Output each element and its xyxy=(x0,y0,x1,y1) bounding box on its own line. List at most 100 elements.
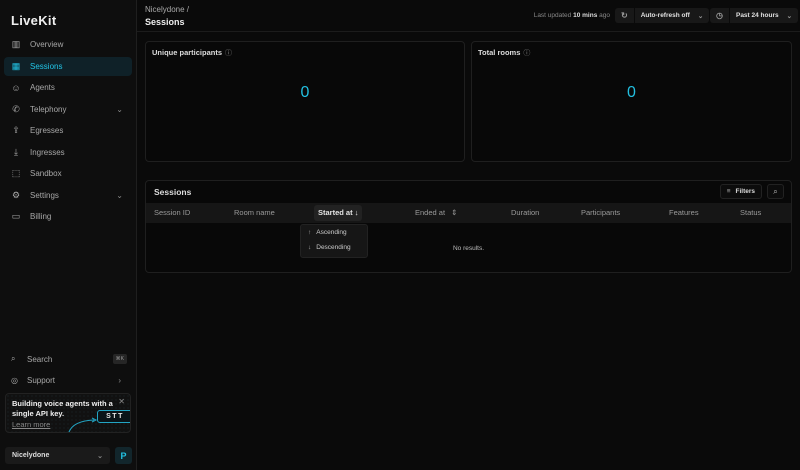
close-icon[interactable]: ✕ xyxy=(118,397,125,406)
column-participants[interactable]: Participants xyxy=(581,203,620,223)
column-label: Ended at xyxy=(415,208,446,217)
sidebar-item-label: Overview xyxy=(30,40,64,50)
updated-value: 10 mins xyxy=(573,12,598,19)
stat-value: 0 xyxy=(300,84,310,101)
support-button[interactable]: ◎ Support › xyxy=(11,376,127,385)
org-name: Nicelydone xyxy=(12,452,50,459)
stat-label: Unique participants xyxy=(152,48,223,57)
sidebar-item-label: Billing xyxy=(30,212,52,222)
column-duration[interactable]: Duration xyxy=(511,203,539,223)
chevron-down-icon: ⌄ xyxy=(116,190,123,200)
support-label: Support xyxy=(27,376,56,385)
download-icon: ⤓ xyxy=(14,146,18,157)
column-status[interactable]: Status xyxy=(740,203,761,223)
stat-value: 0 xyxy=(627,84,636,101)
refresh-icon: ↻ xyxy=(621,11,628,20)
search-icon: ⌕ xyxy=(773,186,778,196)
sidebar-item-egresses[interactable]: ⇪ Egresses xyxy=(4,121,132,141)
column-started-at[interactable]: Started at ↓ xyxy=(314,205,363,221)
range-label: Past 24 hours xyxy=(735,12,779,19)
last-updated: Last updated 10 mins ago xyxy=(534,12,610,19)
chevron-down-icon: ⌄ xyxy=(97,452,103,460)
stt-badge: STT xyxy=(97,410,130,423)
card-icon: ▭ xyxy=(11,211,21,222)
arrow-graphic-icon xyxy=(68,417,98,432)
page-title: Sessions xyxy=(145,17,185,27)
menu-label: Descending xyxy=(316,244,351,251)
sidebar-item-label: Settings xyxy=(30,190,59,200)
table-header: Session ID Room name Started at ↓ Ended … xyxy=(146,203,791,223)
updated-suffix: ago xyxy=(599,12,610,19)
sidebar-item-sessions[interactable]: ▦ Sessions xyxy=(4,56,132,76)
stat-card-unique-participants: Unique participants ⓘ 0 xyxy=(145,41,465,162)
gear-icon: ⚙ xyxy=(11,189,21,200)
chevron-right-icon: › xyxy=(118,376,121,385)
info-icon[interactable]: ⓘ xyxy=(225,50,232,57)
filters-button[interactable]: ≡ Filters xyxy=(719,184,762,199)
empty-state: No results. xyxy=(452,245,485,252)
sidebar-item-settings[interactable]: ⚙ Settings ⌄ xyxy=(4,186,132,206)
arrow-down-icon: ↓ xyxy=(354,208,359,217)
column-room-name[interactable]: Room name xyxy=(234,203,275,223)
menu-label: Ascending xyxy=(316,229,347,236)
sidebar-item-label: Agents xyxy=(30,83,55,93)
auto-refresh-dropdown[interactable]: ↻ Auto-refresh off ⌄ xyxy=(615,8,710,23)
avatar[interactable]: P xyxy=(115,447,132,464)
sidebar-item-label: Egresses xyxy=(30,126,64,136)
arrow-down-icon: ↓ xyxy=(308,244,312,251)
sidebar-item-label: Telephony xyxy=(30,104,67,114)
info-icon[interactable]: ⓘ xyxy=(523,50,530,57)
stat-label: Total rooms xyxy=(478,48,521,57)
shortcut-badge: ⌘K xyxy=(112,354,127,364)
sort-icon: ⇕ xyxy=(451,208,458,217)
time-range-dropdown[interactable]: ◷ Past 24 hours ⌄ xyxy=(710,8,799,23)
sidebar-item-overview[interactable]: ▥ Overview xyxy=(4,35,132,55)
sort-descending[interactable]: ↓ Descending xyxy=(301,240,367,255)
sidebar-item-label: Ingresses xyxy=(30,147,65,157)
updated-prefix: Last updated xyxy=(533,12,572,19)
lifebuoy-icon: ◎ xyxy=(11,376,18,385)
sidebar-item-ingresses[interactable]: ⤓ Ingresses xyxy=(4,143,132,163)
sidebar-item-agents[interactable]: ☺ Agents xyxy=(4,78,132,98)
bar-chart-icon: ▥ xyxy=(11,39,21,50)
sessions-grid-icon: ▦ xyxy=(11,60,21,71)
sort-ascending[interactable]: ↑ Ascending xyxy=(301,225,367,240)
clock-icon: ◷ xyxy=(716,11,723,20)
breadcrumb[interactable]: Nicelydone / xyxy=(145,5,189,14)
chevron-down-icon: ⌄ xyxy=(697,12,704,20)
sessions-panel: Sessions ≡ Filters ⌕ Session ID Room name… xyxy=(145,180,792,273)
stat-card-total-rooms: Total rooms ⓘ 0 xyxy=(471,41,792,162)
livekit-logo[interactable]: LiveKit xyxy=(11,13,56,28)
sidebar: LiveKit ▥ Overview ▦ Sessions ☺ Agents ✆ Tel… xyxy=(0,0,137,470)
sidebar-nav: ▥ Overview ▦ Sessions ☺ Agents ✆ Telephony ⌄ … xyxy=(4,35,132,229)
upload-icon: ⇪ xyxy=(12,125,20,136)
filter-icon: ≡ xyxy=(726,188,731,195)
header: Nicelydone / Sessions Last updated 10 mi… xyxy=(137,0,800,32)
chevron-down-icon: ⌄ xyxy=(786,12,793,20)
chevron-down-icon: ⌄ xyxy=(116,104,123,114)
sidebar-item-label: Sessions xyxy=(30,61,63,71)
sort-menu: ↑ Ascending ↓ Descending xyxy=(300,224,368,258)
filters-label: Filters xyxy=(735,188,755,195)
arrow-up-icon: ↑ xyxy=(308,229,312,236)
search-button[interactable]: ⌕ Search ⌘K xyxy=(11,354,127,364)
sessions-title: Sessions xyxy=(154,187,192,197)
refresh-label: Auto-refresh off xyxy=(640,12,690,19)
learn-more-link[interactable]: Learn more xyxy=(12,420,50,429)
column-features[interactable]: Features xyxy=(669,203,699,223)
sandbox-icon: ⬚ xyxy=(11,168,21,179)
org-selector[interactable]: Nicelydone ⌄ xyxy=(5,447,110,464)
promo-banner: Building voice agents with a single API … xyxy=(5,393,131,433)
sidebar-item-telephony[interactable]: ✆ Telephony ⌄ xyxy=(4,100,132,120)
phone-icon: ✆ xyxy=(12,103,20,114)
sidebar-item-sandbox[interactable]: ⬚ Sandbox xyxy=(4,164,132,184)
column-label: Started at xyxy=(318,208,353,217)
sidebar-item-label: Sandbox xyxy=(30,169,62,179)
search-label: Search xyxy=(27,354,53,364)
column-session-id[interactable]: Session ID xyxy=(154,203,190,223)
search-icon: ⌕ xyxy=(11,354,16,363)
search-button[interactable]: ⌕ xyxy=(767,184,784,199)
robot-icon: ☺ xyxy=(11,82,21,93)
column-ended-at[interactable]: Ended at ⇕ xyxy=(415,203,457,223)
sidebar-item-billing[interactable]: ▭ Billing xyxy=(4,207,132,227)
